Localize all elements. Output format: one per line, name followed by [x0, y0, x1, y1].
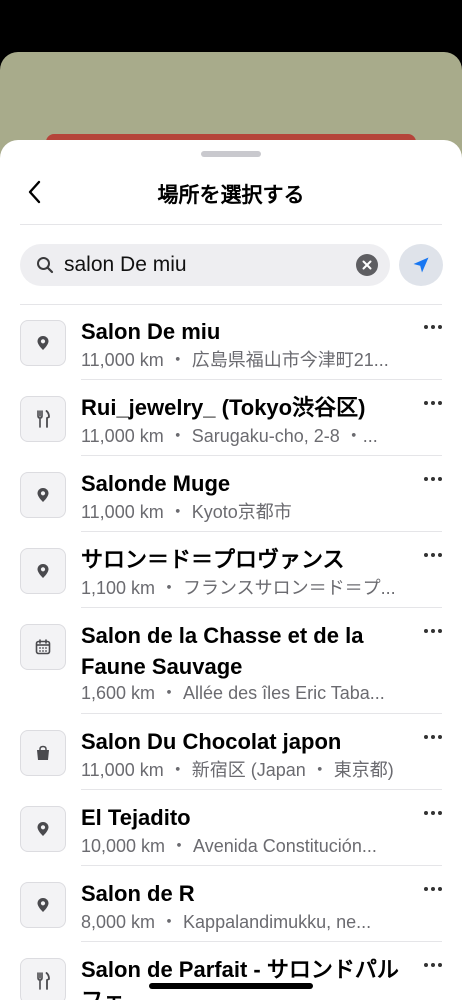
more-dot — [424, 963, 428, 967]
result-name: Salonde Muge — [81, 471, 231, 496]
more-dot — [424, 477, 428, 481]
result-name: Salon Du Chocolat japon — [81, 729, 342, 754]
result-icon-box — [20, 882, 66, 928]
result-name: Salon de R — [81, 881, 195, 906]
result-subtitle: 11,000 km ・ Kyoto京都市 — [81, 502, 292, 522]
result-name: El Tejadito — [81, 805, 191, 830]
result-subtitle: 11,000 km ・ 広島県福山市今津町21... — [81, 350, 389, 370]
fork-knife-icon — [36, 972, 50, 990]
result-subtitle: 8,000 km ・ Kappalandimukku, ne... — [81, 912, 372, 932]
result-item[interactable]: El Tejadito 10,000 km ・ Avenida Constituc… — [0, 790, 462, 866]
more-options-button[interactable] — [422, 320, 444, 334]
result-name: Salon de Parfait - サロンドパルフェ — [81, 957, 399, 1000]
results-list: Salon De miu 11,000 km ・ 広島県福山市今津町21... Ru… — [0, 304, 462, 1000]
result-icon-box — [20, 472, 66, 518]
search-row — [0, 244, 462, 288]
location-arrow-icon — [413, 257, 429, 273]
result-item[interactable]: Salon de Parfait - サロンドパルフェ — [0, 942, 462, 1000]
result-name: Rui_jewelry_ (Tokyo渋谷区) — [81, 395, 366, 420]
result-name: Salon De miu — [81, 319, 221, 344]
more-dot — [424, 735, 428, 739]
result-subtitle: 1,600 km ・ Allée des îles Eric Taba... — [81, 683, 385, 703]
more-dot — [438, 963, 442, 967]
result-subtitle: 1,100 km ・ フランスサロン＝ド＝プ... — [81, 578, 396, 598]
header-divider — [20, 224, 442, 225]
more-options-button[interactable] — [422, 396, 444, 410]
result-icon-box — [20, 806, 66, 852]
clear-search-button[interactable] — [356, 254, 378, 276]
more-dot — [431, 325, 435, 329]
more-dot — [431, 401, 435, 405]
more-dot — [424, 887, 428, 891]
pin-icon — [36, 335, 50, 351]
more-options-button[interactable] — [422, 958, 444, 972]
more-dot — [438, 553, 442, 557]
header: 場所を選択する — [0, 168, 462, 224]
calendar-icon — [35, 639, 51, 655]
more-options-button[interactable] — [422, 624, 444, 638]
more-dot — [438, 887, 442, 891]
current-location-button[interactable] — [399, 244, 443, 286]
search-box[interactable] — [20, 244, 390, 286]
more-options-button[interactable] — [422, 806, 444, 820]
result-item[interactable]: Rui_jewelry_ (Tokyo渋谷区) 11,000 km ・ Sarug… — [0, 380, 462, 456]
result-subtitle: 10,000 km ・ Avenida Constitución... — [81, 836, 377, 856]
more-dot — [438, 401, 442, 405]
more-dot — [424, 629, 428, 633]
home-indicator — [149, 983, 313, 989]
result-icon-box — [20, 320, 66, 366]
result-name: Salon de la Chasse et de la Faune Sauvag… — [81, 623, 364, 679]
select-location-sheet: 場所を選択する Salon De miu 11,000 km ・ 広島県福山市今津… — [0, 140, 462, 1000]
search-input[interactable] — [64, 244, 334, 286]
more-dot — [424, 325, 428, 329]
result-icon-box — [20, 396, 66, 442]
result-subtitle: 11,000 km ・ Sarugaku-cho, 2-8 ・... — [81, 426, 378, 446]
more-options-button[interactable] — [422, 882, 444, 896]
more-options-button[interactable] — [422, 548, 444, 562]
page-title: 場所を選択する — [157, 184, 305, 207]
more-options-button[interactable] — [422, 472, 444, 486]
result-name: サロン＝ド＝プロヴァンス — [81, 547, 345, 572]
more-dot — [431, 963, 435, 967]
result-item[interactable]: Salonde Muge 11,000 km ・ Kyoto京都市 — [0, 456, 462, 532]
pin-icon — [36, 563, 50, 579]
more-dot — [424, 401, 428, 405]
sheet-grabber[interactable] — [201, 151, 261, 157]
more-dot — [438, 629, 442, 633]
result-icon-box — [20, 958, 66, 1000]
result-subtitle: 11,000 km ・ 新宿区 (Japan ・ 東京都) — [81, 760, 394, 780]
more-dot — [431, 887, 435, 891]
more-dot — [431, 735, 435, 739]
pin-icon — [36, 487, 50, 503]
result-icon-box — [20, 624, 66, 670]
more-dot — [431, 811, 435, 815]
more-dot — [438, 811, 442, 815]
more-dot — [438, 735, 442, 739]
pin-icon — [36, 897, 50, 913]
result-icon-box — [20, 548, 66, 594]
more-dot — [424, 553, 428, 557]
result-item[interactable]: Salon De miu 11,000 km ・ 広島県福山市今津町21... — [0, 304, 462, 380]
result-item[interactable]: Salon de la Chasse et de la Faune Sauvag… — [0, 608, 462, 714]
search-icon — [37, 257, 54, 274]
more-dot — [431, 477, 435, 481]
more-dot — [438, 325, 442, 329]
fork-knife-icon — [36, 410, 50, 428]
pin-icon — [36, 821, 50, 837]
more-dot — [438, 477, 442, 481]
result-icon-box — [20, 730, 66, 776]
more-dot — [424, 811, 428, 815]
result-item[interactable]: Salon de R 8,000 km ・ Kappalandimukku, ne… — [0, 866, 462, 942]
more-dot — [431, 553, 435, 557]
shopping-bag-icon — [35, 745, 51, 761]
result-item[interactable]: Salon Du Chocolat japon 11,000 km ・ 新宿区 (… — [0, 714, 462, 790]
close-icon — [362, 260, 372, 270]
more-options-button[interactable] — [422, 730, 444, 744]
more-dot — [431, 629, 435, 633]
result-item[interactable]: サロン＝ド＝プロヴァンス 1,100 km ・ フランスサロン＝ド＝プ... — [0, 532, 462, 608]
